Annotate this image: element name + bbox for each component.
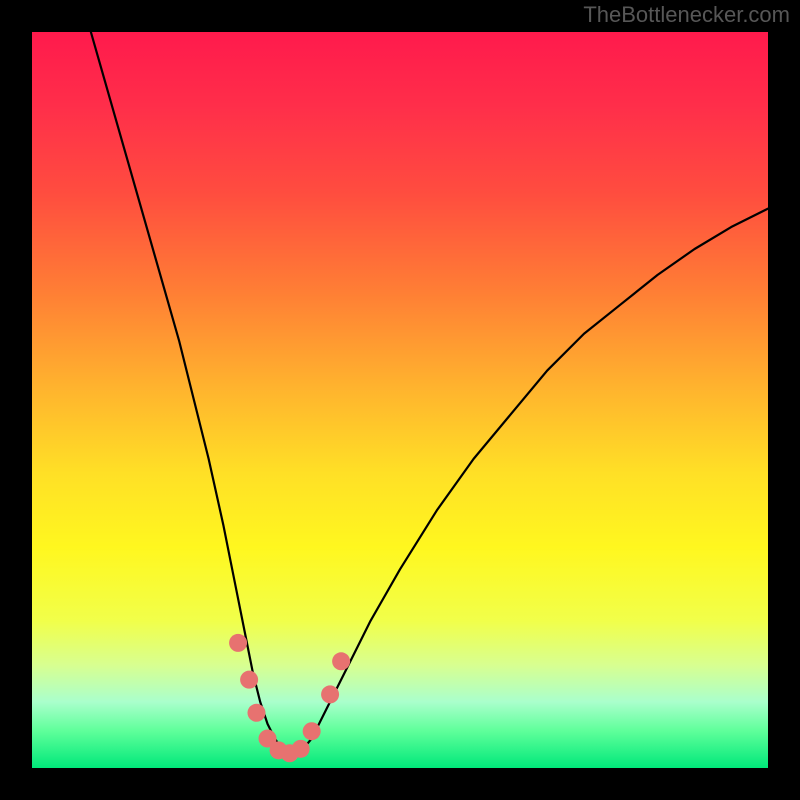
data-point bbox=[303, 722, 321, 740]
watermark-text: TheBottlenecker.com bbox=[583, 2, 790, 27]
data-point bbox=[292, 740, 310, 758]
data-point bbox=[332, 652, 350, 670]
chart-container: TheBottlenecker.com bbox=[0, 0, 800, 800]
data-point bbox=[321, 685, 339, 703]
data-point bbox=[240, 671, 258, 689]
gradient-plot-area bbox=[32, 32, 768, 768]
chart-svg: TheBottlenecker.com bbox=[0, 0, 800, 800]
data-point bbox=[247, 704, 265, 722]
data-point bbox=[229, 634, 247, 652]
